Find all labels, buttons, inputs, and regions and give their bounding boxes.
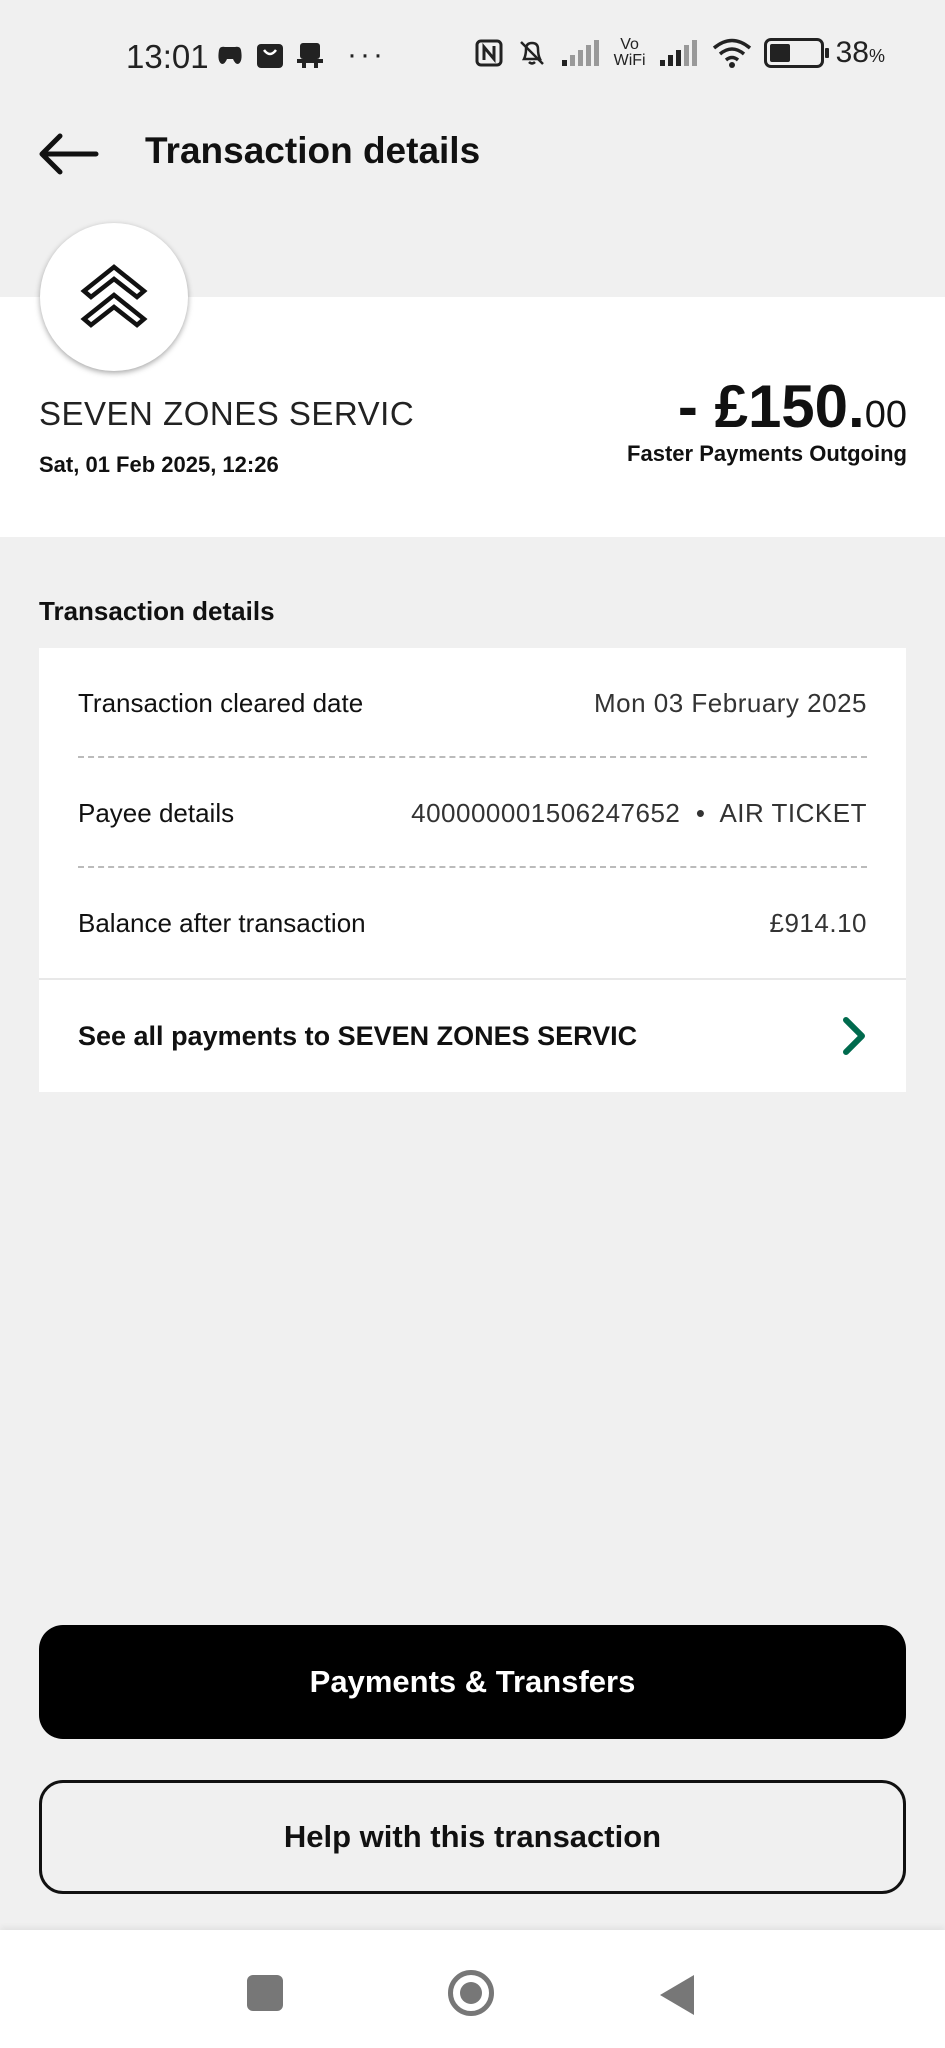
detail-label: Balance after transaction xyxy=(78,907,366,938)
recents-square-icon[interactable] xyxy=(247,1975,283,2011)
amount-pence: 00 xyxy=(864,394,907,436)
double-chevron-up-icon xyxy=(80,264,148,328)
page-title: Transaction details xyxy=(145,130,481,171)
help-transaction-button[interactable]: Help with this transaction xyxy=(39,1780,906,1894)
home-circle-icon[interactable] xyxy=(448,1970,494,2016)
signal-icon xyxy=(561,40,599,66)
transaction-date: Sat, 01 Feb 2025, 12:26 xyxy=(39,452,279,477)
detail-label: Payee details xyxy=(78,797,235,828)
shopping-bag-icon xyxy=(257,44,283,68)
game-controller-icon xyxy=(218,46,242,64)
see-all-payments-label: See all payments to SEVEN ZONES SERVIC xyxy=(78,1020,638,1051)
back-arrow-icon[interactable] xyxy=(36,130,100,178)
chevron-right-icon xyxy=(843,1017,865,1055)
system-nav-bar xyxy=(0,1930,945,2048)
merchant-logo xyxy=(40,223,188,371)
detail-row-balance: Balance after transaction £914.10 xyxy=(39,868,906,978)
detail-value: £914.10 xyxy=(769,907,867,938)
detail-row-payee: Payee details 400000001506247652 • AIR T… xyxy=(39,758,906,868)
nfc-icon xyxy=(475,39,503,67)
signal-2-icon xyxy=(659,40,697,66)
app-header: Transaction details xyxy=(0,110,945,200)
battery-percent: 38% xyxy=(835,36,885,69)
amount-main: - £150. xyxy=(677,373,865,440)
status-bar: 13:01 ··· Vo WiFi 38% xyxy=(0,0,945,110)
details-card: Transaction cleared date Mon 03 February… xyxy=(39,648,906,1092)
details-section-title: Transaction details xyxy=(39,596,275,626)
status-time: 13:01 xyxy=(126,38,209,75)
notification-app-icon xyxy=(297,43,323,68)
bell-muted-icon xyxy=(519,41,544,65)
payment-type: Faster Payments Outgoing xyxy=(627,441,907,466)
detail-value: Mon 03 February 2025 xyxy=(593,687,867,718)
more-notifications-icon: ··· xyxy=(347,38,386,71)
merchant-name: SEVEN ZONES SERVIC xyxy=(39,395,415,432)
see-all-payments-link[interactable]: See all payments to SEVEN ZONES SERVIC xyxy=(39,978,906,1092)
back-triangle-icon[interactable] xyxy=(660,1975,694,2015)
detail-value: 400000001506247652 • AIR TICKET xyxy=(411,797,867,828)
status-notification-icons: ··· xyxy=(215,38,386,72)
battery-icon xyxy=(763,38,829,68)
detail-row-cleared-date: Transaction cleared date Mon 03 February… xyxy=(39,648,906,758)
vowifi-label: Vo WiFi xyxy=(613,36,646,69)
transaction-amount: - £150.00 xyxy=(678,372,907,441)
status-system-icons: Vo WiFi 38% xyxy=(474,36,885,70)
payments-transfers-button[interactable]: Payments & Transfers xyxy=(39,1625,906,1739)
wifi-icon xyxy=(712,38,751,68)
detail-label: Transaction cleared date xyxy=(78,687,364,718)
